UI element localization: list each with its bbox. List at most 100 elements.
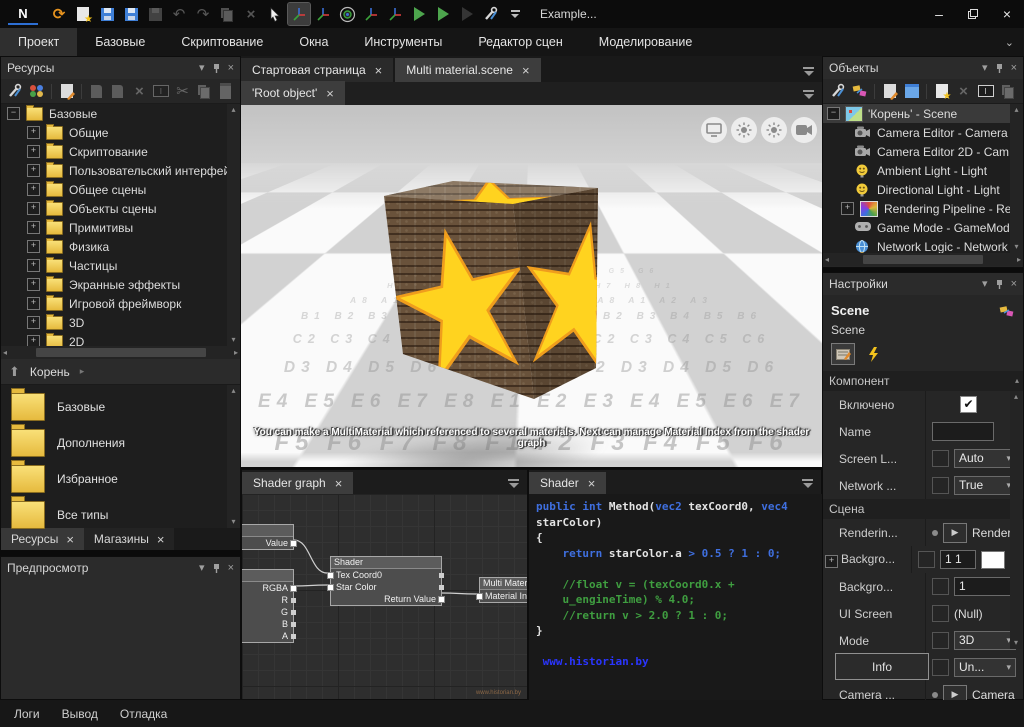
expand-icon[interactable]: + xyxy=(825,555,838,568)
rename-icon[interactable]: I xyxy=(152,82,171,101)
toolbar-overflow-icon[interactable] xyxy=(504,3,526,25)
tab-root-object[interactable]: 'Root object' × xyxy=(241,81,345,105)
copy-icon[interactable] xyxy=(195,82,214,101)
folder-item-2[interactable]: Дополнения xyxy=(1,425,227,461)
tree-item-1[interactable]: +Общие xyxy=(1,123,227,142)
dropdown[interactable]: 3D▾ xyxy=(954,631,1016,650)
output-port[interactable] xyxy=(439,585,444,590)
document-tab-2[interactable]: Multi material.scene× xyxy=(395,58,540,82)
object-item-7[interactable]: Network Logic - Network xyxy=(823,237,1010,253)
tree-item-8[interactable]: +Частицы xyxy=(1,256,227,275)
rotate-tool-icon[interactable] xyxy=(312,3,334,25)
dropdown[interactable]: True▾ xyxy=(954,476,1016,495)
object-item-6[interactable]: Game Mode - GameMode xyxy=(823,218,1010,237)
pin-icon[interactable] xyxy=(995,279,1004,290)
document-tab-1[interactable]: Стартовая страница× xyxy=(241,58,393,82)
tree-item-2[interactable]: +Скриптование xyxy=(1,142,227,161)
menu-item-4[interactable]: Окна xyxy=(281,28,346,56)
close-icon[interactable]: × xyxy=(326,86,334,101)
menu-chevron-down-icon[interactable]: ⌄ xyxy=(1005,36,1014,49)
expand-icon[interactable]: + xyxy=(27,335,40,346)
output-port[interactable] xyxy=(291,622,296,627)
sun-icon[interactable] xyxy=(761,117,787,143)
text-field[interactable]: 1 xyxy=(954,577,1016,596)
object-item-5[interactable]: +Rendering Pipeline - Ren xyxy=(823,199,1010,218)
new-resource-icon[interactable] xyxy=(28,82,47,101)
default-indicator[interactable] xyxy=(932,659,949,676)
collapse-icon[interactable]: − xyxy=(7,107,20,120)
objects-tree-vscrollbar[interactable]: ▴▾ xyxy=(1010,104,1023,253)
expand-reference-button[interactable]: ▶ xyxy=(943,523,967,543)
menu-item-6[interactable]: Редактор сцен xyxy=(460,28,580,56)
vector2-get-node[interactable]: tor2 (get)Value xyxy=(242,524,294,550)
default-indicator[interactable] xyxy=(932,578,949,595)
dropdown[interactable]: Un...▾ xyxy=(954,658,1016,677)
objects-tree-hscrollbar[interactable]: ◂▸ xyxy=(823,253,1023,266)
tab-events-icon[interactable] xyxy=(861,343,885,365)
shader-method-node[interactable]: ShaderTex Coord0Star ColorReturn Value xyxy=(330,556,442,606)
delete-icon[interactable]: × xyxy=(240,3,262,25)
rotate-circle-tool-icon[interactable] xyxy=(336,3,358,25)
play-game-icon[interactable] xyxy=(432,3,454,25)
move-tool-icon[interactable] xyxy=(288,3,310,25)
resources-tree-vscrollbar[interactable]: ▴▾ xyxy=(227,104,240,346)
close-icon[interactable]: × xyxy=(588,476,596,491)
close-icon[interactable]: × xyxy=(66,532,74,547)
select-tool-icon[interactable] xyxy=(264,3,286,25)
star-cube[interactable] xyxy=(384,181,598,401)
tab-properties-icon[interactable] xyxy=(831,343,855,365)
delete-icon[interactable]: × xyxy=(130,82,149,101)
input-port[interactable] xyxy=(328,573,333,578)
tab-list-icon[interactable] xyxy=(508,479,519,488)
output-port[interactable] xyxy=(439,573,444,578)
export-icon[interactable] xyxy=(108,82,127,101)
folder-list-vscrollbar[interactable]: ▴▾ xyxy=(227,385,240,528)
new-child-icon[interactable]: ★ xyxy=(932,82,951,101)
panel-menu-chevron-icon[interactable]: ▾ xyxy=(982,279,988,290)
new-resource-icon[interactable]: ★ xyxy=(72,3,94,25)
text-field[interactable]: 1 1 xyxy=(940,550,976,569)
display-mode-icon[interactable] xyxy=(701,117,727,143)
paste-icon[interactable] xyxy=(216,82,235,101)
open-icon[interactable] xyxy=(902,82,921,101)
tab-shader-graph[interactable]: Shader graph × xyxy=(242,472,353,494)
status-tab-1[interactable]: Логи xyxy=(14,707,40,721)
info-button[interactable]: Info xyxy=(835,653,929,680)
expand-icon[interactable]: + xyxy=(27,240,40,253)
expand-icon[interactable]: + xyxy=(27,278,40,291)
menu-item-7[interactable]: Моделирование xyxy=(581,28,711,56)
multi-material-node[interactable]: Multi MateriaMaterial Ind xyxy=(479,577,527,603)
output-port[interactable] xyxy=(439,597,444,602)
settings-icon[interactable] xyxy=(828,82,847,101)
scale-tool-icon[interactable] xyxy=(360,3,382,25)
menu-item-2[interactable]: Базовые xyxy=(77,28,163,56)
duplicate-icon[interactable] xyxy=(998,82,1017,101)
up-arrow-icon[interactable]: ⬆ xyxy=(9,364,20,380)
tab-list-icon[interactable] xyxy=(803,90,814,99)
tab-магазины[interactable]: Магазины× xyxy=(84,528,175,550)
color-swatch[interactable] xyxy=(981,551,1005,569)
close-icon[interactable]: × xyxy=(157,532,165,547)
save-icon[interactable] xyxy=(96,3,118,25)
collapse-icon[interactable]: − xyxy=(827,107,840,120)
tree-item-7[interactable]: +Физика xyxy=(1,237,227,256)
default-indicator[interactable] xyxy=(932,605,949,622)
dropdown[interactable]: Auto▾ xyxy=(954,449,1016,468)
expand-icon[interactable]: + xyxy=(27,221,40,234)
close-icon[interactable]: × xyxy=(335,476,343,491)
default-indicator[interactable] xyxy=(932,477,949,494)
expand-icon[interactable]: + xyxy=(27,126,40,139)
panel-menu-chevron-icon[interactable]: ▾ xyxy=(199,563,205,574)
restore-button[interactable] xyxy=(956,0,990,28)
folder-item-1[interactable]: Базовые xyxy=(1,389,227,425)
input-port[interactable] xyxy=(328,585,333,590)
expand-icon[interactable]: + xyxy=(27,259,40,272)
tools-icon[interactable] xyxy=(480,3,502,25)
breadcrumb-root[interactable]: Корень xyxy=(30,365,70,379)
tree-item-11[interactable]: +3D xyxy=(1,313,227,332)
app-logo[interactable]: N xyxy=(8,3,38,25)
relations-icon[interactable] xyxy=(850,82,869,101)
status-tab-2[interactable]: Вывод xyxy=(62,707,98,721)
edit-icon[interactable] xyxy=(57,82,76,101)
default-indicator[interactable] xyxy=(918,551,935,568)
